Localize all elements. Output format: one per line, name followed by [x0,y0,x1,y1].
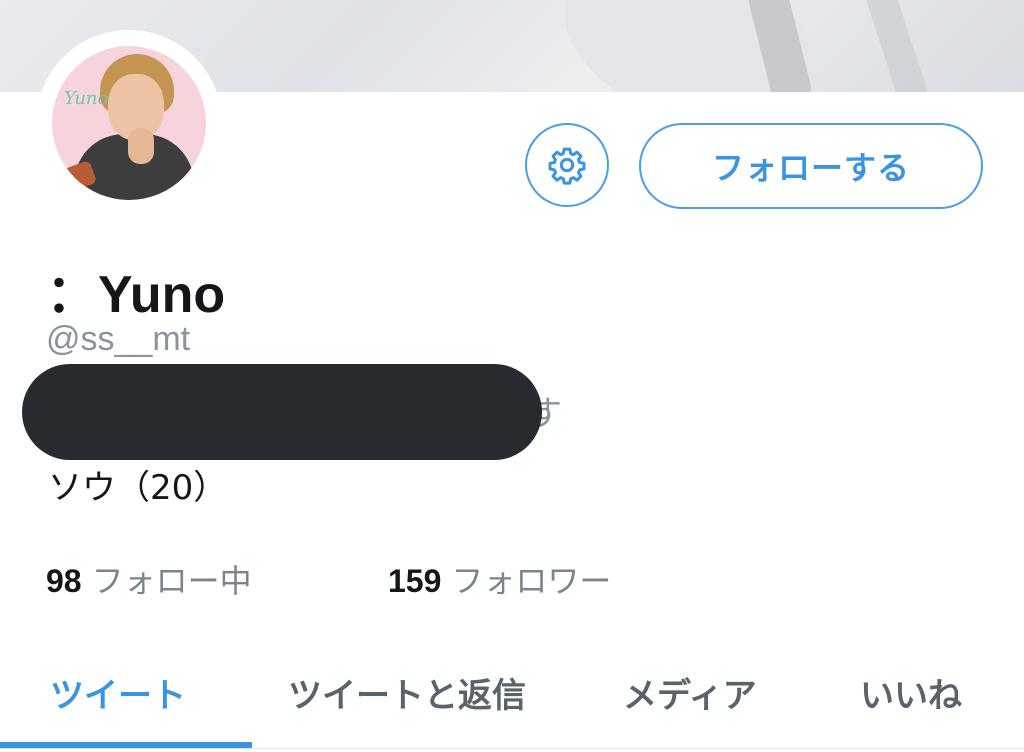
followers-stat[interactable]: 159 フォロワー [388,556,611,602]
banner-shape [859,0,931,92]
profile-tabs: ツイート ツイートと返信 メディア いいね [0,658,1024,752]
followers-label: フォロワー [451,562,612,600]
tab-tweets-and-replies[interactable]: ツイートと返信 [288,668,526,717]
tab-tweets[interactable]: ツイート [50,668,186,717]
user-handle: @ss__mt [46,320,191,358]
display-name: ：Yuno [46,266,226,324]
redaction-overlay [22,364,542,460]
following-label: フォロー中 [91,562,252,600]
profile-avatar[interactable]: Yuno [36,30,222,216]
settings-button[interactable] [525,123,609,207]
avatar-hand [128,128,154,164]
avatar-logo-text: Yuno [64,88,109,109]
tabs-divider [0,748,1024,749]
gear-icon [548,147,586,185]
tab-media[interactable]: メディア [623,668,757,717]
followers-count: 159 [388,563,442,599]
following-stat[interactable]: 98 フォロー中 [46,556,252,602]
bio-line: ソウ（20） [48,468,228,508]
tab-likes[interactable]: いいね [860,668,962,717]
avatar-photo: Yuno [52,46,206,200]
following-count: 98 [46,563,82,599]
follow-button[interactable]: フォローする [639,123,983,209]
